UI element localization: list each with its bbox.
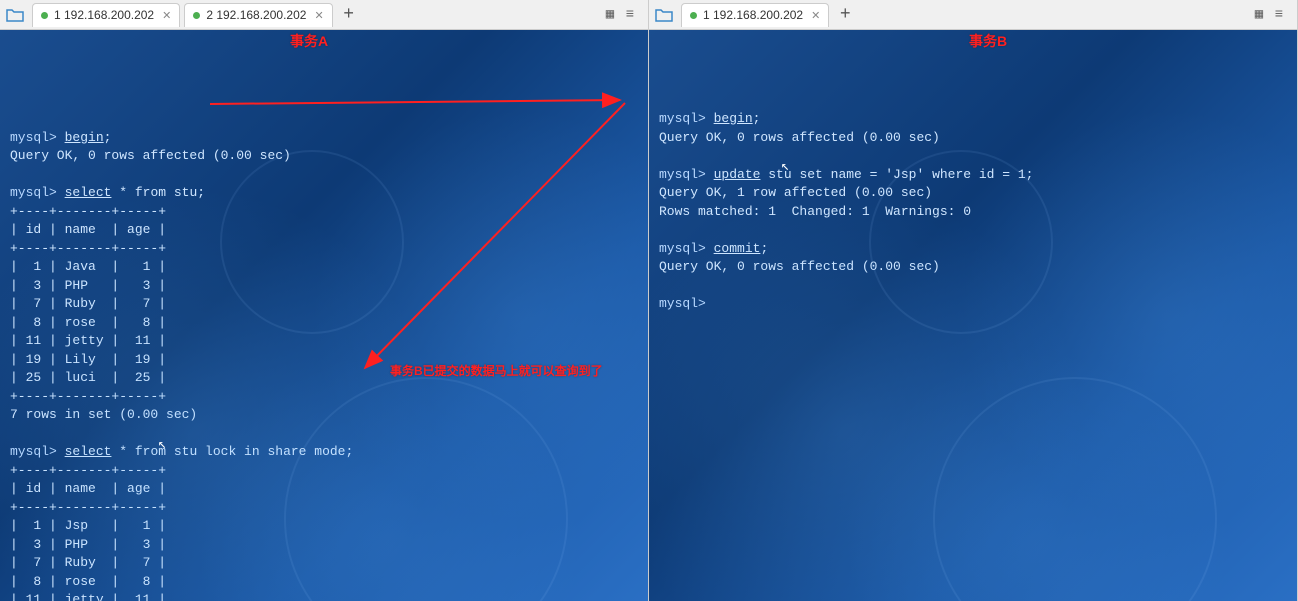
folder-icon[interactable] — [653, 5, 675, 25]
status-dot-icon — [193, 12, 200, 19]
list-view-icon[interactable]: ≡ — [622, 7, 638, 23]
tabbar-right: 1 192.168.200.202 ✕ + ▦ ≡ — [649, 0, 1297, 30]
close-icon[interactable]: ✕ — [811, 9, 820, 22]
close-icon[interactable]: ✕ — [314, 9, 323, 22]
terminal-right[interactable]: 事务B mysql> begin; Query OK, 0 rows affec… — [649, 30, 1297, 601]
tab-label: 1 192.168.200.202 — [54, 8, 154, 22]
tabbar-left: 1 192.168.200.202 ✕ 2 192.168.200.202 ✕ … — [0, 0, 648, 30]
tab-label: 1 192.168.200.202 — [703, 8, 803, 22]
tab-label: 2 192.168.200.202 — [206, 8, 306, 22]
annotation-transaction-a: 事务A — [290, 32, 328, 51]
close-icon[interactable]: ✕ — [162, 9, 171, 22]
grid-view-icon[interactable]: ▦ — [602, 7, 618, 23]
terminal-left[interactable]: 事务A 事务B已提交的数据马上就可以查询到了 mysql> begin; Que… — [0, 30, 648, 601]
pane-left: 1 192.168.200.202 ✕ 2 192.168.200.202 ✕ … — [0, 0, 649, 601]
tab-left-2[interactable]: 2 192.168.200.202 ✕ — [184, 3, 332, 27]
add-tab-button[interactable]: + — [833, 3, 857, 27]
status-dot-icon — [41, 12, 48, 19]
annotation-note: 事务B已提交的数据马上就可以查询到了 — [390, 362, 603, 381]
list-view-icon[interactable]: ≡ — [1271, 7, 1287, 23]
tab-left-1[interactable]: 1 192.168.200.202 ✕ — [32, 3, 180, 27]
grid-view-icon[interactable]: ▦ — [1251, 7, 1267, 23]
add-tab-button[interactable]: + — [337, 3, 361, 27]
annotation-transaction-b: 事务B — [969, 32, 1007, 51]
folder-icon[interactable] — [4, 5, 26, 25]
terminal-content: mysql> begin; Query OK, 0 rows affected … — [659, 110, 1287, 314]
tab-right-1[interactable]: 1 192.168.200.202 ✕ — [681, 3, 829, 27]
pane-right: 1 192.168.200.202 ✕ + ▦ ≡ 事务B mysql> beg… — [649, 0, 1298, 601]
status-dot-icon — [690, 12, 697, 19]
